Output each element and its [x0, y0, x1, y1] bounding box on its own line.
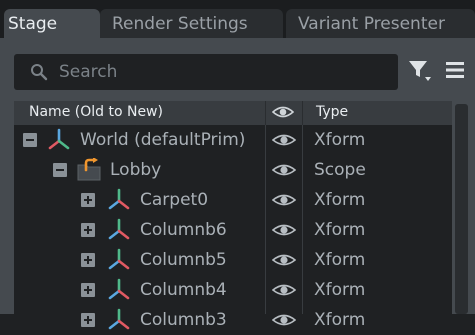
prim-name: Columnb4 — [140, 280, 227, 300]
tree-row-lobby[interactable]: Lobby Scope — [14, 155, 452, 185]
column-divider[interactable] — [302, 101, 303, 125]
visibility-eye-icon[interactable] — [272, 222, 296, 238]
xform-axis-icon — [48, 128, 70, 150]
prim-name: Columnb5 — [140, 250, 227, 270]
expand-toggle[interactable] — [81, 313, 95, 327]
xform-axis-icon — [108, 248, 130, 270]
tab-label: Render Settings — [112, 14, 248, 34]
eye-icon[interactable] — [272, 103, 294, 121]
tab-stage[interactable]: Stage — [4, 9, 100, 40]
collapse-toggle[interactable] — [53, 163, 67, 177]
visibility-eye-icon[interactable] — [272, 312, 296, 328]
prim-type: Xform — [314, 190, 366, 210]
tree-header: Name (Old to New) Type — [14, 101, 452, 125]
tree-row-columnb4[interactable]: Columnb4 Xform — [14, 275, 452, 305]
column-divider[interactable] — [265, 101, 266, 125]
tab-bar: Stage Render Settings Variant Presenter — [0, 0, 475, 40]
tab-variant-presenter[interactable]: Variant Presenter — [286, 9, 475, 40]
visibility-eye-icon[interactable] — [272, 282, 296, 298]
stage-tree[interactable]: Name (Old to New) Type World (defaultPri… — [14, 101, 452, 330]
search-input[interactable] — [59, 54, 389, 90]
visibility-eye-icon[interactable] — [272, 132, 296, 148]
collapse-toggle[interactable] — [23, 133, 37, 147]
visibility-eye-icon[interactable] — [272, 162, 296, 178]
prim-name: Carpet0 — [140, 190, 209, 210]
tree-row-world[interactable]: World (defaultPrim) Xform — [14, 125, 452, 155]
prim-type: Scope — [314, 160, 366, 180]
prim-type: Xform — [314, 220, 366, 240]
prim-type: Xform — [314, 250, 366, 270]
tree-row-carpet0[interactable]: Carpet0 Xform — [14, 185, 452, 215]
tab-label: Variant Presenter — [298, 14, 445, 34]
hamburger-menu-icon[interactable] — [444, 60, 466, 80]
tree-row-columnb6[interactable]: Columnb6 Xform — [14, 215, 452, 245]
prim-type: Xform — [314, 310, 366, 330]
filter-icon[interactable] — [408, 58, 432, 82]
visibility-eye-icon[interactable] — [272, 252, 296, 268]
prim-name: World (defaultPrim) — [80, 130, 246, 150]
xform-axis-icon — [108, 188, 130, 210]
search-box[interactable] — [14, 54, 398, 90]
scope-folder-icon — [77, 158, 101, 181]
tab-label: Stage — [8, 14, 58, 34]
tree-row-columnb5[interactable]: Columnb5 Xform — [14, 245, 452, 275]
expand-toggle[interactable] — [81, 193, 95, 207]
tree-row-columnb3[interactable]: Columnb3 Xform — [14, 305, 452, 335]
expand-toggle[interactable] — [81, 253, 95, 267]
visibility-eye-icon[interactable] — [272, 192, 296, 208]
tab-render-settings[interactable]: Render Settings — [100, 9, 283, 40]
search-icon — [31, 64, 48, 81]
column-header-type[interactable]: Type — [316, 104, 348, 120]
scrollbar-thumb[interactable] — [455, 104, 468, 314]
prim-name: Columnb6 — [140, 220, 227, 240]
xform-axis-icon — [108, 218, 130, 240]
prim-name: Columnb3 — [140, 310, 227, 330]
prim-type: Xform — [314, 130, 366, 150]
prim-name: Lobby — [110, 160, 162, 180]
xform-axis-icon — [108, 278, 130, 300]
expand-toggle[interactable] — [81, 283, 95, 297]
prim-type: Xform — [314, 280, 366, 300]
column-header-name[interactable]: Name (Old to New) — [29, 104, 163, 120]
xform-axis-icon — [108, 308, 130, 330]
expand-toggle[interactable] — [81, 223, 95, 237]
